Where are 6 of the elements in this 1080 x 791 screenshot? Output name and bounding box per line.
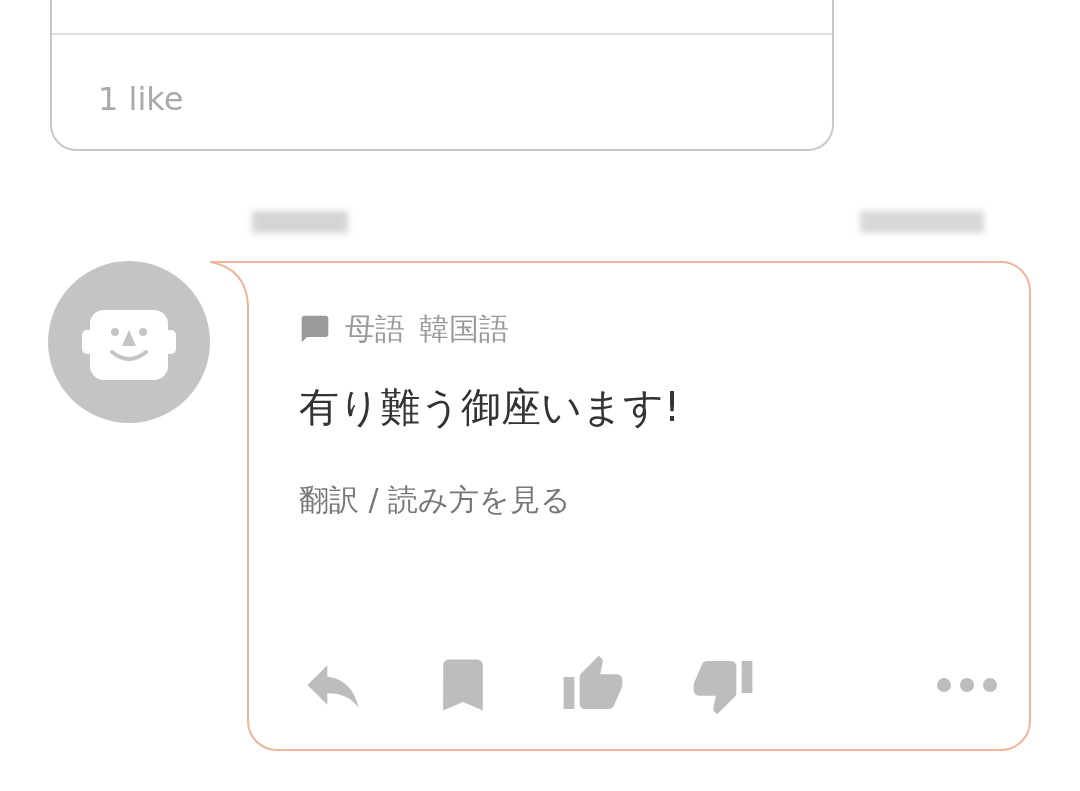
message-text: 有り難う御座います! [299, 387, 682, 427]
more-icon [937, 678, 997, 692]
native-language-label: 母語 [345, 314, 405, 344]
native-language: 韓国語 [419, 314, 509, 344]
like-count: 1 like [98, 80, 184, 118]
translate-link[interactable]: 翻訳 / 読み方を見る [299, 485, 1001, 515]
